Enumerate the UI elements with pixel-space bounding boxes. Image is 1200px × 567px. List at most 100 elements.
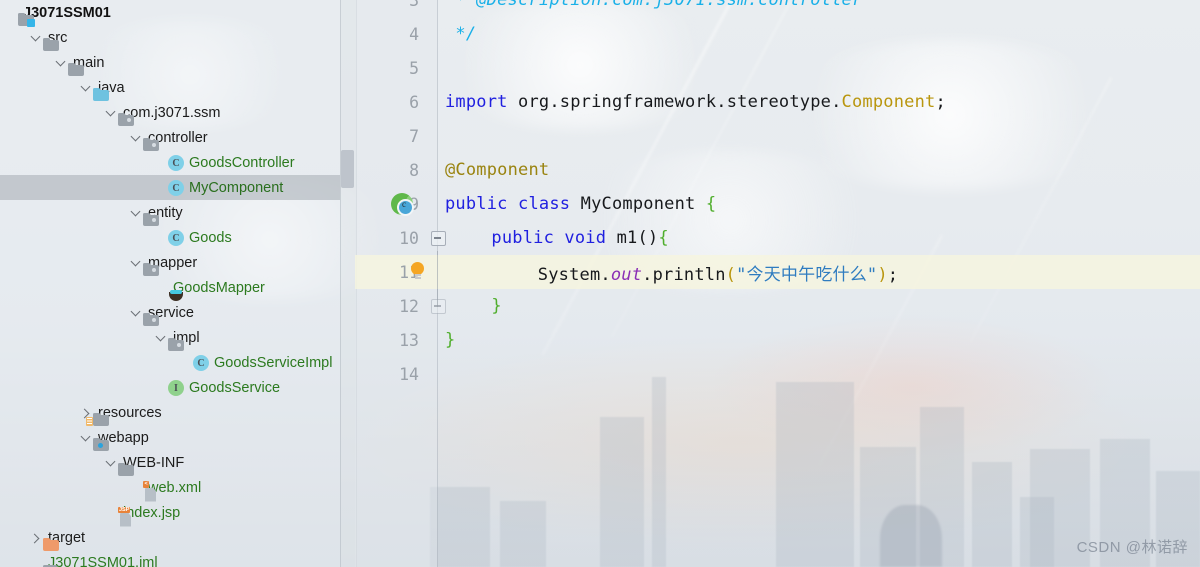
project-scrollbar-thumb[interactable] xyxy=(341,150,354,188)
chevron-down-icon[interactable] xyxy=(129,131,143,145)
code-token-plain: .println xyxy=(642,264,726,285)
code-line[interactable]: 11 System.out.println("今天中午吃什么"); xyxy=(355,255,1200,289)
code-token-str: "今天中午吃什么" xyxy=(736,264,878,285)
chevron-right-icon[interactable] xyxy=(29,531,43,545)
tree-node-com-j3071-ssm[interactable]: com.j3071.ssm xyxy=(0,100,340,125)
chevron-down-icon[interactable] xyxy=(129,306,143,320)
project-tool-window[interactable]: J3071SSM01 src main java com.j3071.ssm contro… xyxy=(0,0,340,567)
project-tree[interactable]: J3071SSM01 src main java com.j3071.ssm contro… xyxy=(0,0,340,567)
code-line[interactable]: 5 xyxy=(355,51,1200,85)
code-fold-connector xyxy=(437,251,438,305)
line-number: 7 xyxy=(409,126,419,146)
code-token-brc: { xyxy=(658,228,669,248)
tree-node-label: com.j3071.ssm xyxy=(123,104,221,121)
code-token-brc: } xyxy=(491,296,502,316)
tree-node-goodsservice[interactable]: I GoodsService xyxy=(0,375,340,400)
code-fold-collapse-icon[interactable] xyxy=(431,231,446,246)
code-line[interactable]: 9 public class MyComponent { xyxy=(355,187,1200,221)
tree-node-goodsmapper[interactable]: GoodsMapper xyxy=(0,275,340,300)
tree-node-goodsserviceimpl[interactable]: C GoodsServiceImpl xyxy=(0,350,340,375)
java-class-icon: C xyxy=(168,179,184,197)
code-token-brc: { xyxy=(705,194,717,214)
tree-node-goodscontroller[interactable]: C GoodsController xyxy=(0,150,340,175)
csdn-watermark: CSDN @林诺辞 xyxy=(1076,539,1188,556)
line-number: 8 xyxy=(409,160,419,180)
line-number: 11 xyxy=(399,262,419,282)
line-number: 6 xyxy=(409,92,419,112)
tree-node-web-inf[interactable]: WEB-INF xyxy=(0,450,340,475)
code-token-typ: Component xyxy=(841,92,936,112)
code-fold-expand-icon[interactable] xyxy=(431,299,446,314)
code-line[interactable]: 8 @Component xyxy=(355,153,1200,187)
code-line[interactable]: 3 * @Description:com.j3071.ssm.controlle… xyxy=(355,0,1200,17)
tree-node-mycomponent[interactable]: C MyComponent xyxy=(0,175,340,200)
chevron-down-icon[interactable] xyxy=(29,31,43,45)
tree-node-main[interactable]: main xyxy=(0,50,340,75)
chevron-down-icon[interactable] xyxy=(54,56,68,70)
ide-window: J3071SSM01 src main java com.j3071.ssm contro… xyxy=(0,0,1200,567)
tree-node-label: J3071SSM01 xyxy=(23,4,111,21)
code-line[interactable]: 10 public void m1(){ xyxy=(355,221,1200,255)
chevron-down-icon[interactable] xyxy=(154,331,168,345)
tree-node-j3071ssm01[interactable]: J3071SSM01 xyxy=(0,0,340,27)
code-token-kw: public void xyxy=(491,228,607,248)
chevron-down-icon[interactable] xyxy=(129,206,143,220)
tree-node-impl[interactable]: impl xyxy=(0,325,340,350)
code-line[interactable]: 12} xyxy=(355,289,1200,323)
code-text-area[interactable]: 3 * @Description:com.j3071.ssm.controlle… xyxy=(355,0,1200,567)
code-line[interactable]: 13} xyxy=(355,323,1200,357)
code-line-text: */ xyxy=(445,24,476,44)
tree-node-web-xml[interactable]: < web.xml xyxy=(0,475,340,500)
code-token-cmt: * @Description:com.j3071.ssm.controller xyxy=(445,0,863,10)
code-editor[interactable]: 3 * @Description:com.j3071.ssm.controlle… xyxy=(355,0,1200,567)
code-line[interactable]: 6 import org.springframework.stereotype.C… xyxy=(355,85,1200,119)
java-interface-icon: I xyxy=(168,379,184,397)
code-line-text: import org.springframework.stereotype.Co… xyxy=(445,92,946,112)
code-token-kw: public class xyxy=(445,194,571,214)
tree-node-label: MyComponent xyxy=(189,179,284,196)
code-token-ann: @Component xyxy=(445,160,550,180)
tree-node-label: GoodsMapper xyxy=(173,279,265,296)
tree-node-src[interactable]: src xyxy=(0,25,340,50)
tree-node-label: GoodsController xyxy=(189,154,295,171)
spring-bean-icon[interactable] xyxy=(391,193,414,216)
chevron-down-icon[interactable] xyxy=(129,256,143,270)
tree-node-service[interactable]: service xyxy=(0,300,340,325)
code-token-strq: ( xyxy=(725,264,737,285)
java-class-icon: C xyxy=(168,229,184,247)
code-line[interactable]: 7 xyxy=(355,119,1200,153)
line-number: 10 xyxy=(399,228,419,248)
chevron-down-icon[interactable] xyxy=(104,456,118,470)
tree-node-java[interactable]: java xyxy=(0,75,340,100)
code-token-plain: ; xyxy=(935,92,946,112)
tree-node-j3071ssm01-iml[interactable]: J3071SSM01.iml xyxy=(0,550,340,567)
tree-node-entity[interactable]: entity xyxy=(0,200,340,225)
code-line[interactable]: 14 xyxy=(355,357,1200,391)
code-token-kw: import xyxy=(445,92,508,112)
code-line[interactable]: 4 */ xyxy=(355,17,1200,51)
lightbulb-icon[interactable] xyxy=(411,262,424,281)
java-class-icon: C xyxy=(193,354,209,372)
tree-node-webapp[interactable]: webapp xyxy=(0,425,340,450)
code-token-plain: System. xyxy=(537,264,611,285)
tree-node-mapper[interactable]: mapper xyxy=(0,250,340,275)
code-token-fld: out xyxy=(610,264,643,285)
line-number: 3 xyxy=(409,0,419,10)
chevron-down-icon[interactable] xyxy=(79,81,93,95)
code-token-brc: } xyxy=(445,330,456,350)
tree-node-index-jsp[interactable]: JSP index.jsp xyxy=(0,500,340,525)
chevron-down-icon[interactable] xyxy=(104,106,118,120)
tree-node-target[interactable]: target xyxy=(0,525,340,550)
chevron-down-icon[interactable] xyxy=(79,431,93,445)
code-token-plain: org.springframework.stereotype. xyxy=(507,92,842,112)
code-line-text: public class MyComponent { xyxy=(445,194,716,214)
tree-node-goods[interactable]: C Goods xyxy=(0,225,340,250)
tree-node-resources[interactable]: resources xyxy=(0,400,340,426)
tree-node-controller[interactable]: controller xyxy=(0,125,340,150)
